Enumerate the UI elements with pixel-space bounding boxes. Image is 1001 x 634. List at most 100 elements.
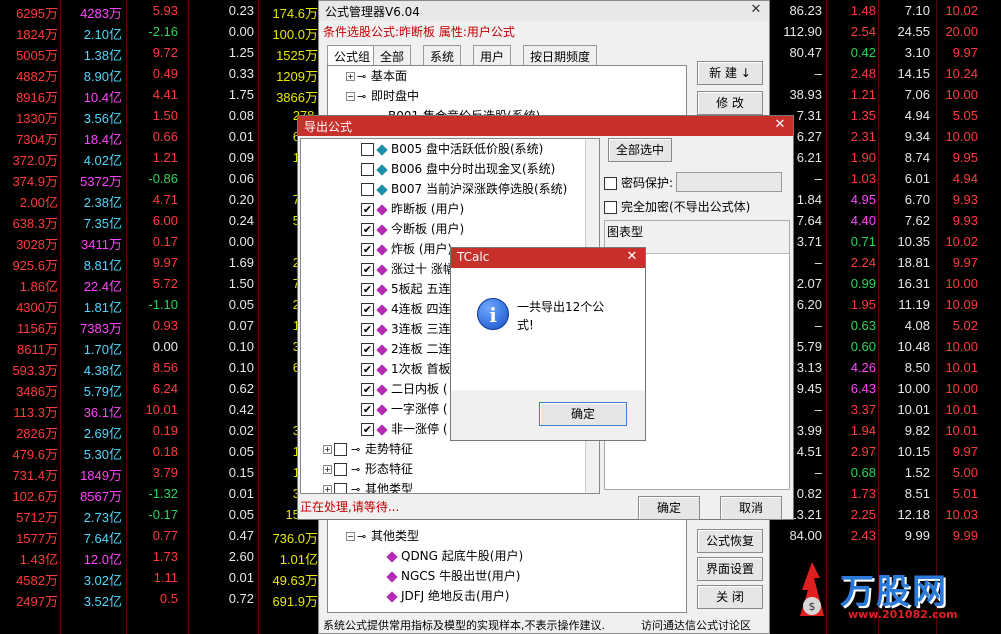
group-pattern[interactable]: + ⊸ 形态特征 <box>323 459 413 479</box>
tab-system[interactable]: 系统 <box>423 45 462 65</box>
export-item[interactable]: ✔ 5板起 五连 <box>361 279 450 299</box>
expand-icon[interactable]: + <box>346 72 355 81</box>
formula-manager-titlebar[interactable]: 公式管理器V6.04 ✕ <box>319 1 769 21</box>
checkbox[interactable]: ✔ <box>361 403 374 416</box>
table-cell: 0.10 <box>228 339 254 354</box>
collapse-icon[interactable]: − <box>346 532 355 541</box>
table-cell: 5712万 <box>16 510 58 525</box>
export-item[interactable]: ✔ 非一涨停 ( <box>361 419 448 439</box>
restore-button[interactable]: 公式恢复 <box>697 529 763 553</box>
tab-user[interactable]: 用户 <box>473 45 512 65</box>
checkbox[interactable]: ✔ <box>361 263 374 276</box>
checkbox[interactable] <box>334 443 347 456</box>
tree-node-intraday[interactable]: − ⊸ 即时盘中 <box>346 86 419 106</box>
table-cell: 9.97 <box>952 255 978 270</box>
table-cell: 0.71 <box>850 234 876 249</box>
export-item[interactable]: ✔ 今断板 (用户) <box>361 219 464 239</box>
tab-formula-group[interactable]: 公式组 <box>327 45 378 65</box>
table-cell: 3.02亿 <box>83 573 122 588</box>
checkbox[interactable]: ✔ <box>361 283 374 296</box>
table-cell: 9.72 <box>152 45 178 60</box>
export-item[interactable]: ✔ 3连板 三连 <box>361 319 450 339</box>
checkbox[interactable]: ✔ <box>361 343 374 356</box>
modify-button[interactable]: 修 改 <box>697 91 763 115</box>
expand-icon[interactable]: + <box>323 465 332 474</box>
checkbox[interactable] <box>334 483 347 493</box>
export-item[interactable]: ✔ 炸板 (用户) <box>361 239 452 259</box>
checkbox[interactable]: ✔ <box>361 383 374 396</box>
link-icon: ⊸ <box>357 69 367 83</box>
tree-node-other-types[interactable]: − ⊸ 其他类型 <box>346 526 419 546</box>
new-button[interactable]: 新 建 ↓ <box>697 61 763 85</box>
table-cell: 1.86亿 <box>19 279 58 294</box>
expand-icon[interactable]: + <box>323 485 332 493</box>
table-cell: 38.93 <box>789 87 822 102</box>
table-cell: 2.60 <box>228 549 254 564</box>
forum-link[interactable]: 访问通达信公式讨论区 <box>641 617 751 633</box>
table-cell: 18.81 <box>897 255 930 270</box>
checkbox[interactable] <box>361 183 374 196</box>
checkbox[interactable]: ✔ <box>361 423 374 436</box>
tcalc-titlebar[interactable]: TCalc ✕ <box>451 248 645 268</box>
checkbox[interactable]: ✔ <box>361 243 374 256</box>
encrypt-row: 完全加密(不导出公式体) <box>604 198 750 215</box>
export-cancel-button[interactable]: 取消 <box>720 496 782 520</box>
table-cell: 1824万 <box>16 27 58 42</box>
export-item[interactable]: ✔ 一字涨停 ( <box>361 399 448 419</box>
table-cell: 3028万 <box>16 237 58 252</box>
table-cell: 8.50 <box>904 360 930 375</box>
checkbox[interactable]: ✔ <box>361 323 374 336</box>
table-cell: 1.94 <box>850 423 876 438</box>
export-item[interactable]: ✔ 涨过十 涨幅 <box>361 259 455 279</box>
checkbox[interactable]: ✔ <box>361 303 374 316</box>
close-icon[interactable]: ✕ <box>771 117 789 133</box>
tree-node-qdng[interactable]: QDNG 起底牛股(用户) <box>386 546 523 566</box>
close-icon[interactable]: ✕ <box>747 2 765 18</box>
tcalc-title: TCalc <box>457 250 490 264</box>
export-item[interactable]: B005 盘中活跃低价股(系统) <box>361 139 543 159</box>
table-cell: 4582万 <box>16 573 58 588</box>
checkbox[interactable]: ✔ <box>361 203 374 216</box>
export-item[interactable]: ✔ 二日内板 ( <box>361 379 448 399</box>
password-input[interactable] <box>676 172 782 192</box>
expand-icon[interactable]: + <box>323 445 332 454</box>
checkbox[interactable] <box>334 463 347 476</box>
table-cell: 10.01 <box>945 360 978 375</box>
tab-date-frequency[interactable]: 按日期频度 <box>523 45 598 65</box>
collapse-icon[interactable]: − <box>346 92 355 101</box>
select-all-button[interactable]: 全部选中 <box>608 138 672 162</box>
table-cell: 2.43 <box>850 528 876 543</box>
export-item[interactable]: ✔ 昨断板 (用户) <box>361 199 464 219</box>
table-cell: 2.38亿 <box>83 195 122 210</box>
table-cell: 1.25 <box>228 45 254 60</box>
checkbox[interactable] <box>361 143 374 156</box>
table-cell: 16.31 <box>897 276 930 291</box>
group-other[interactable]: + ⊸ 其他类型 <box>323 479 413 493</box>
table-cell: 0.20 <box>228 192 254 207</box>
encrypt-checkbox[interactable] <box>604 201 617 214</box>
table-cell: 4.38亿 <box>83 363 122 378</box>
table-cell: -0.86 <box>148 171 178 186</box>
export-item[interactable]: ✔ 4连板 四连 <box>361 299 450 319</box>
tab-all[interactable]: 全部 <box>373 45 412 65</box>
close-button[interactable]: 关 闭 <box>697 585 763 609</box>
export-item[interactable]: B006 盘中分时出现金叉(系统) <box>361 159 555 179</box>
export-item[interactable]: ✔ 1次板 首板 <box>361 359 450 379</box>
tree-node-ngcs[interactable]: NGCS 牛股出世(用户) <box>386 566 520 586</box>
close-icon[interactable]: ✕ <box>623 249 641 265</box>
tcalc-ok-button[interactable]: 确定 <box>539 402 627 426</box>
tree-node-jdfj[interactable]: JDFJ 绝地反击(用户) <box>386 586 509 606</box>
ui-settings-button[interactable]: 界面设置 <box>697 557 763 581</box>
export-ok-button[interactable]: 确定 <box>638 496 700 520</box>
export-item[interactable]: B007 当前沪深涨跌停选股(系统) <box>361 179 567 199</box>
checkbox[interactable] <box>361 163 374 176</box>
password-checkbox[interactable] <box>604 177 617 190</box>
checkbox[interactable]: ✔ <box>361 223 374 236</box>
checkbox[interactable]: ✔ <box>361 363 374 376</box>
table-cell: 5.72 <box>152 276 178 291</box>
export-titlebar[interactable]: 导出公式 ✕ <box>298 116 793 136</box>
export-item[interactable]: ✔ 2连板 二连 <box>361 339 450 359</box>
group-trend[interactable]: + ⊸ 走势特征 <box>323 439 413 459</box>
watermark-logo: $ 万股网 www.201082.com <box>782 552 998 632</box>
tree-node-fundamental[interactable]: + ⊸ 基本面 <box>346 66 407 86</box>
